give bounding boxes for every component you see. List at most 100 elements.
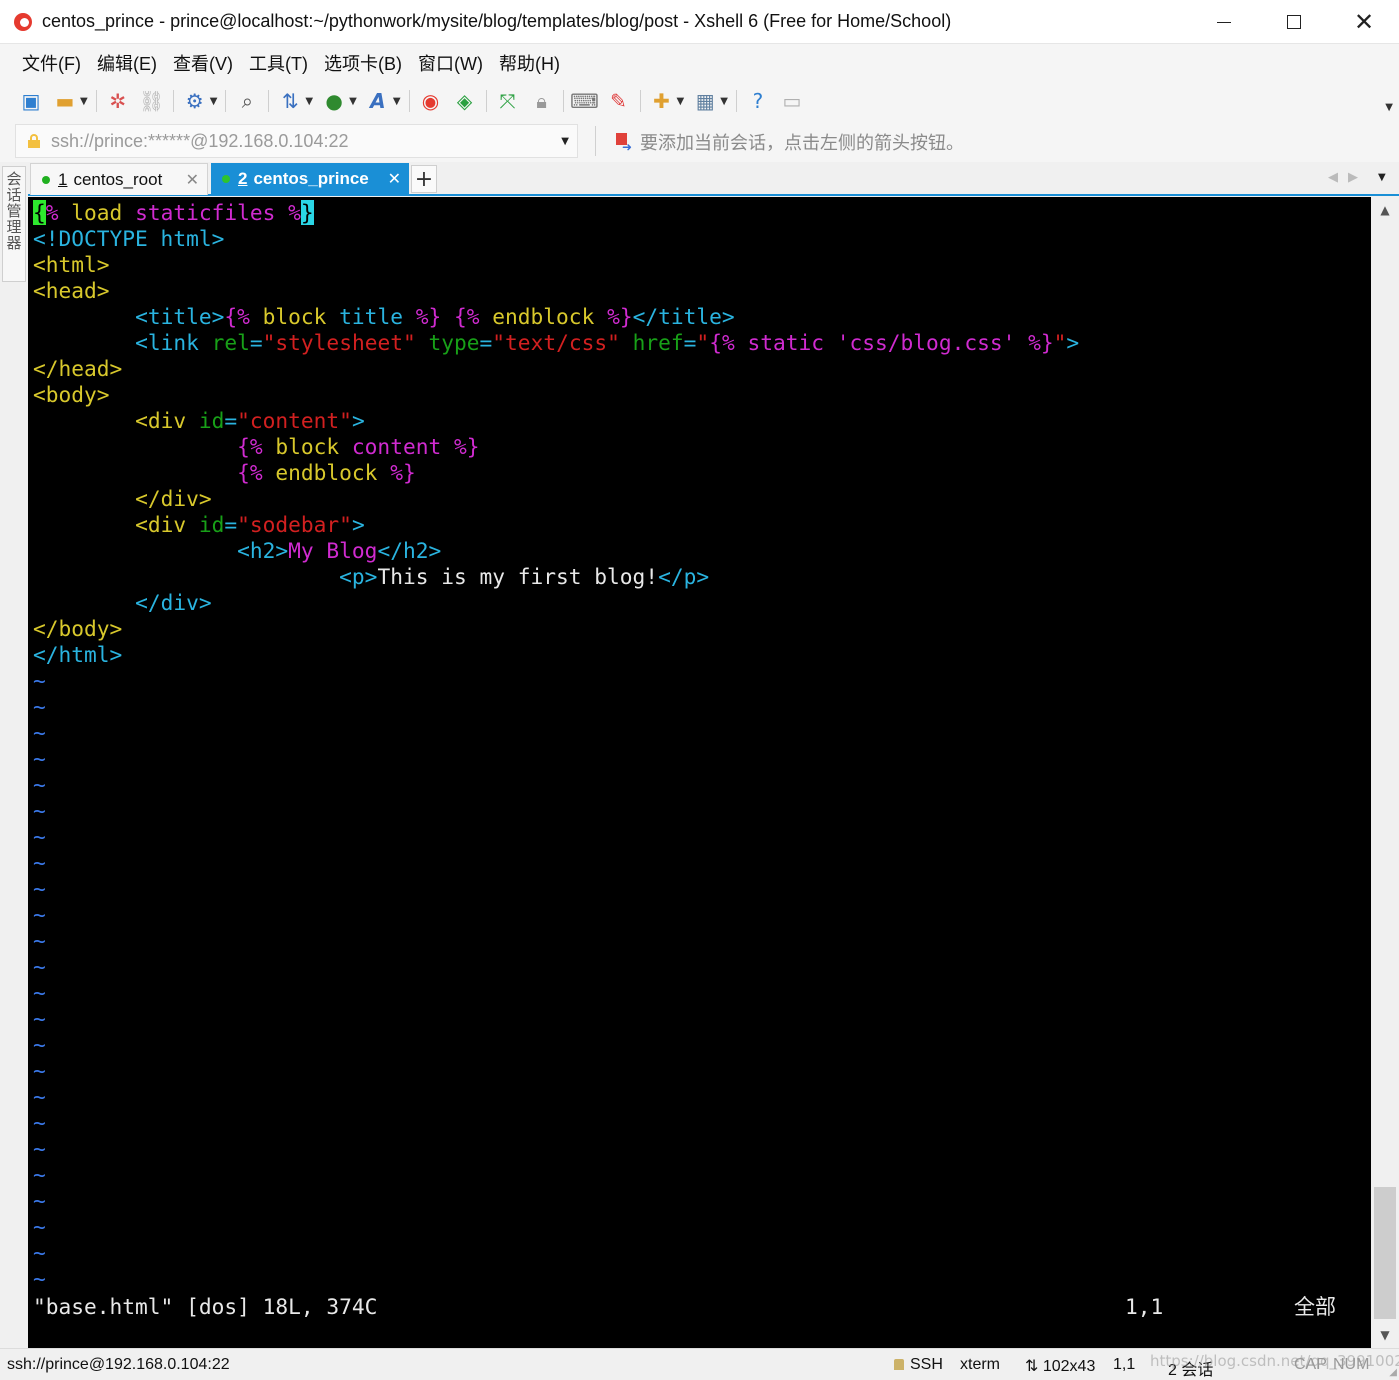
globe-dropdown-icon[interactable]: ▼ (349, 96, 357, 107)
lock-icon (27, 134, 41, 148)
compose-dropdown-icon[interactable]: ▼ (677, 96, 685, 107)
minimize-button[interactable] (1189, 0, 1259, 44)
terminal-scrollbar[interactable]: ▲ ▼ (1371, 197, 1399, 1348)
code-token: = (479, 330, 493, 355)
vim-empty-line-tilde: ~ (33, 694, 46, 719)
toolbar-separator (485, 90, 487, 112)
terminal-line: <div id="content"> (33, 408, 365, 434)
find-icon[interactable]: ⌕ (234, 88, 260, 114)
menu-tabs[interactable]: 选项卡(B) (316, 50, 410, 76)
help-icon[interactable]: ? (745, 88, 771, 114)
vim-empty-line-tilde: ~ (33, 746, 46, 771)
globe-icon[interactable]: ● (321, 88, 347, 114)
code-token: id (198, 512, 225, 537)
xshell-logo-icon[interactable] (12, 10, 36, 34)
address-bar: ssh://prince:******@192.168.0.104:22 ▼ ➜… (0, 120, 1399, 162)
layout-icon[interactable]: ▦ (692, 88, 718, 114)
toolbar-separator (172, 90, 174, 112)
properties-dropdown-icon[interactable]: ▼ (210, 96, 218, 107)
reconnect-icon[interactable]: ✲ (105, 88, 131, 114)
tab-list-dropdown-icon[interactable]: ▼ (1378, 172, 1386, 183)
add-session-arrow-icon[interactable]: ➜ (614, 133, 632, 154)
session-manager-label: 会话管理器 (4, 171, 23, 251)
status-position: 1,1 (1113, 1356, 1136, 1373)
terminal-line: <body> (33, 382, 110, 408)
menu-help[interactable]: 帮助(H) (491, 50, 568, 76)
code-token: <title> (135, 304, 225, 329)
code-token: type (428, 330, 480, 355)
terminal-line: <link rel="stylesheet" type="text/css" h… (33, 330, 1079, 356)
transfer-dropdown-icon[interactable]: ▼ (305, 96, 313, 107)
tab-centos-root[interactable]: 1 centos_root ✕ (30, 163, 208, 195)
properties-icon[interactable]: ⚙ (182, 88, 208, 114)
chat-icon[interactable]: ▭ (779, 88, 805, 114)
xshell-icon[interactable]: ◉ (418, 88, 444, 114)
tab-centos-prince[interactable]: 2 centos_prince ✕ (211, 163, 409, 195)
code-token: = (683, 330, 697, 355)
toolbar-separator (562, 90, 564, 112)
terminal-view[interactable]: "base.html" [dos] 18L, 374C 1,1 全部 {% lo… (28, 197, 1371, 1348)
scroll-up-icon[interactable]: ▲ (1371, 197, 1399, 223)
code-token: "text/css" (492, 330, 620, 355)
code-token: </head> (33, 356, 123, 381)
transfer-icon[interactable]: ⇅ (277, 88, 303, 114)
font-icon[interactable]: A (365, 88, 391, 114)
vim-empty-line-tilde: ~ (33, 1188, 46, 1213)
status-terminal-type: xterm (960, 1356, 1000, 1373)
new-session-icon[interactable]: ▣ (18, 88, 44, 114)
menu-tools[interactable]: 工具(T) (241, 50, 316, 76)
terminal-line: <div id="sodebar"> (33, 512, 365, 538)
terminal-line: <html> (33, 252, 110, 278)
lock-icon[interactable]: 🔒︎ (529, 88, 555, 114)
tab-number: 1 (58, 169, 68, 189)
keyboard-icon[interactable]: ⌨ (570, 88, 599, 114)
scrollbar-thumb[interactable] (1374, 1187, 1396, 1319)
open-dropdown-icon[interactable]: ▼ (80, 96, 88, 107)
code-token: block (249, 304, 340, 329)
toolbar-overflow-icon[interactable]: ▼ (1385, 102, 1393, 113)
maximize-button[interactable] (1259, 0, 1329, 44)
connected-status-icon (222, 175, 230, 183)
resize-grip-icon[interactable]: ◢ (1389, 1367, 1397, 1378)
address-dropdown-icon[interactable]: ▼ (561, 136, 569, 147)
menu-file[interactable]: 文件(F) (14, 50, 89, 76)
add-tab-button[interactable]: + (411, 165, 437, 193)
vim-file-info: "base.html" [dos] 18L, 374C (33, 1294, 378, 1319)
session-manager-tab[interactable]: 会话管理器 (2, 166, 26, 282)
toolbar-separator (225, 90, 227, 112)
address-input[interactable]: ssh://prince:******@192.168.0.104:22 ▼ (15, 124, 578, 158)
vim-scroll-indicator: 全部 (1294, 1295, 1336, 1319)
menu-edit[interactable]: 编辑(E) (89, 50, 165, 76)
vim-empty-line-tilde: ~ (33, 1032, 46, 1057)
scroll-down-icon[interactable]: ▼ (1371, 1322, 1399, 1348)
code-token: {% (709, 330, 735, 355)
code-token: endblock (479, 304, 608, 329)
open-folder-icon[interactable]: ▬ (52, 88, 78, 114)
close-button[interactable]: ✕ (1329, 0, 1399, 44)
terminal-line: </html> (33, 642, 122, 668)
code-token: <!DOCTYPE html> (33, 226, 225, 251)
terminal-line: </div> (33, 590, 212, 616)
status-num: NUM (1333, 1356, 1370, 1373)
status-bar: ssh://prince@192.168.0.104:22 SSH xterm … (0, 1348, 1399, 1380)
terminal-line: <title>{% block title %} {% endblock %}<… (33, 304, 735, 330)
font-dropdown-icon[interactable]: ▼ (393, 96, 401, 107)
tab-prev-icon[interactable]: ◀ (1328, 170, 1338, 185)
menu-view[interactable]: 查看(V) (165, 50, 241, 76)
menu-window[interactable]: 窗口(W) (410, 50, 491, 76)
code-token: block (262, 434, 352, 459)
close-tab-icon[interactable]: ✕ (186, 170, 199, 190)
highlight-icon[interactable]: ✎ (606, 88, 632, 114)
tab-next-icon[interactable]: ▶ (1348, 170, 1358, 185)
xftp-icon[interactable]: ◈ (452, 88, 478, 114)
close-tab-icon[interactable]: ✕ (388, 169, 401, 189)
disconnect-icon[interactable]: ⛓ (139, 88, 165, 114)
layout-dropdown-icon[interactable]: ▼ (720, 96, 728, 107)
fullscreen-icon[interactable]: ⤧ (495, 88, 521, 114)
compose-icon[interactable]: ✚ (649, 88, 675, 114)
code-token: My Blog (288, 538, 378, 563)
